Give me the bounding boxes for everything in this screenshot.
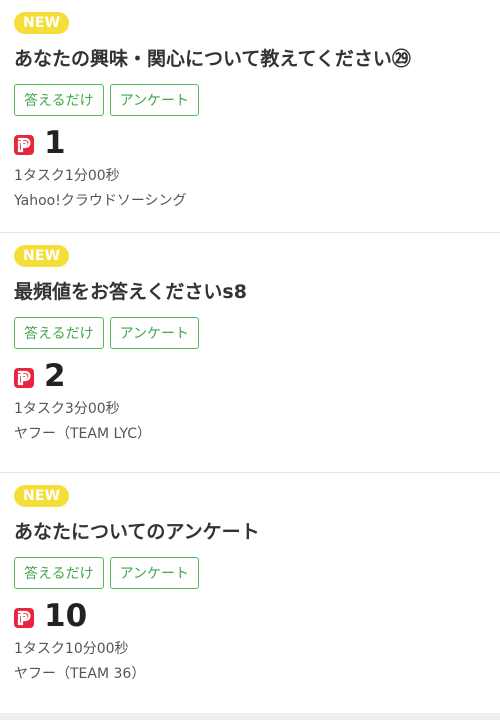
task-provider: Yahoo!クラウドソーシング <box>14 193 187 209</box>
task-duration: 1タスク10分00秒 <box>14 641 129 657</box>
tag-answer-only: 答えるだけ <box>14 557 104 589</box>
reward-value: 1 <box>44 125 66 161</box>
reward: 2 <box>14 359 486 393</box>
tag-survey: アンケート <box>109 84 200 116</box>
tag-survey: アンケート <box>109 557 200 589</box>
tag-answer-only: 答えるだけ <box>14 317 104 349</box>
task-title[interactable]: 最頻値をお答えくださいs8 <box>14 279 486 305</box>
reward: 1 <box>14 126 486 160</box>
paypay-icon <box>14 608 34 628</box>
new-badge: NEW <box>14 12 70 34</box>
new-badge: NEW <box>14 245 70 267</box>
task-card[interactable]: NEW 最頻値をお答えくださいs8 答えるだけ アンケート 2 1タスク3分00… <box>0 233 500 473</box>
task-list: NEW あなたの興味・関心について教えてください㉙ 答えるだけ アンケート 1 … <box>0 0 500 713</box>
task-provider: ヤフー（TEAM LYC） <box>14 426 152 442</box>
reward: 10 <box>14 599 486 633</box>
paypay-icon <box>14 368 34 388</box>
task-duration: 1タスク1分00秒 <box>14 168 120 184</box>
task-tags: 答えるだけ アンケート <box>14 557 486 589</box>
task-card[interactable]: NEW あなたの興味・関心について教えてください㉙ 答えるだけ アンケート 1 … <box>0 0 500 233</box>
paypay-icon <box>14 135 34 155</box>
task-duration: 1タスク3分00秒 <box>14 401 120 417</box>
new-badge: NEW <box>14 485 70 507</box>
task-provider: ヤフー（TEAM 36） <box>14 666 146 682</box>
task-card[interactable]: NEW あなたについてのアンケート 答えるだけ アンケート 10 1タスク10分… <box>0 473 500 713</box>
reward-value: 2 <box>44 358 66 394</box>
task-title[interactable]: あなたの興味・関心について教えてください㉙ <box>14 46 486 72</box>
tag-survey: アンケート <box>109 317 200 349</box>
task-title[interactable]: あなたについてのアンケート <box>14 519 486 545</box>
reward-value: 10 <box>44 598 88 634</box>
task-tags: 答えるだけ アンケート <box>14 317 486 349</box>
tag-answer-only: 答えるだけ <box>14 84 104 116</box>
task-tags: 答えるだけ アンケート <box>14 84 486 116</box>
